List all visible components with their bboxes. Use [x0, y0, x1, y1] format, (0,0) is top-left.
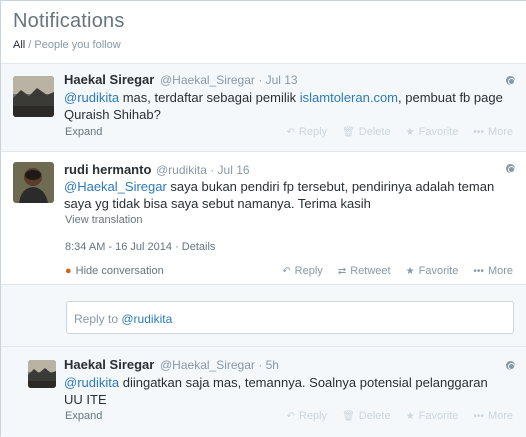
tweet-full-timestamp[interactable]: 8:34 AM - 16 Jul 2014 [65, 241, 172, 253]
reply-placeholder-label: Reply to [74, 312, 119, 326]
tweet-link[interactable]: islamtoleran.com [300, 90, 398, 105]
delete-button[interactable]: 🗑 Delete [342, 410, 391, 422]
avatar[interactable] [13, 162, 54, 203]
tweet-text-part: mas, terdaftar sebagai pemilik [119, 90, 300, 105]
page-title: Notifications [13, 10, 125, 32]
favorite-button[interactable]: ★ Favorite [406, 265, 459, 277]
retweet-icon: ⇄ [337, 266, 347, 277]
tweet-handle[interactable]: @Haekal_Siregar [160, 73, 255, 87]
hide-conversation-button[interactable]: ● Hide conversation [65, 265, 164, 277]
more-label: More [487, 126, 513, 138]
more-label: More [487, 265, 513, 277]
more-button[interactable]: ••• More [473, 265, 513, 277]
tweet-mention[interactable]: @rudikita [64, 90, 119, 105]
reply-button[interactable]: ↶ Reply [287, 126, 328, 138]
reply-input[interactable]: Reply to @rudikita [66, 301, 514, 334]
notifications-panel: Notifications All / People you follow Ha… [0, 0, 526, 437]
delete-label: Delete [358, 410, 391, 422]
avatar-person-image [13, 162, 54, 203]
speech-bubble-icon: ● [65, 265, 72, 277]
star-icon: ★ [405, 127, 415, 138]
star-icon: ★ [405, 411, 415, 422]
more-label: More [487, 410, 513, 422]
more-button[interactable]: ••• More [473, 410, 513, 422]
avatar[interactable] [28, 360, 56, 388]
tweet-timestamp[interactable]: Jul 13 [266, 73, 298, 87]
reply-label: Reply [298, 410, 328, 422]
tweet-author-name[interactable]: rudi hermanto [64, 162, 151, 177]
notification-filters: All / People you follow [13, 39, 121, 51]
trash-icon: 🗑 [342, 411, 355, 422]
globe-icon [506, 361, 515, 370]
expand-link[interactable]: Expand [65, 126, 102, 138]
more-dots-icon: ••• [473, 127, 484, 138]
tweet-item[interactable]: Haekal Siregar @Haekal_Siregar · 5h @rud… [1, 347, 526, 437]
reply-label: Reply [298, 126, 328, 138]
tweet-actions: ↶ Reply 🗑 Delete ★ Favorite ••• More [275, 126, 514, 138]
more-dots-icon: ••• [473, 411, 484, 422]
view-translation-link[interactable]: View translation [65, 214, 142, 226]
trash-icon: 🗑 [342, 127, 355, 138]
avatar[interactable] [13, 76, 54, 117]
globe-icon [506, 164, 515, 173]
favorite-button[interactable]: ★ Favorite [406, 126, 459, 138]
tweet-handle-time: @Haekal_Siregar · 5h [160, 358, 279, 372]
tweet-author-name[interactable]: Haekal Siregar [64, 72, 154, 87]
favorite-label: Favorite [418, 265, 459, 277]
reply-icon: ↶ [286, 411, 295, 422]
favorite-label: Favorite [418, 410, 459, 422]
tweet-full-timestamp-row: 8:34 AM - 16 Jul 2014 · Details [65, 241, 216, 253]
hide-conversation-label: Hide conversation [75, 265, 164, 277]
delete-label: Delete [358, 126, 391, 138]
reply-button[interactable]: ↶ Reply [287, 410, 328, 422]
reply-icon: ↶ [282, 266, 291, 277]
retweet-button[interactable]: ⇄ Retweet [338, 265, 391, 277]
reply-placeholder-mention: @rudikita [121, 312, 173, 326]
tweet-mention[interactable]: @rudikita [64, 375, 119, 390]
tweet-text: @rudikita mas, terdaftar sebagai pemilik… [64, 89, 504, 123]
avatar-landscape-image [28, 360, 56, 388]
notifications-header: Notifications All / People you follow [1, 1, 526, 64]
globe-icon [506, 76, 515, 85]
retweet-label: Retweet [350, 265, 391, 277]
more-dots-icon: ••• [473, 266, 484, 277]
tweet-text-part: diingatkan saja mas, temannya. Soalnya p… [64, 375, 488, 407]
tweet-text: @rudikita diingatkan saja mas, temannya.… [64, 374, 504, 408]
tweet-handle-time: @rudikita · Jul 16 [156, 163, 250, 177]
avatar-landscape-image [13, 76, 54, 117]
reply-label: Reply [294, 265, 323, 277]
favorite-button[interactable]: ★ Favorite [406, 410, 459, 422]
tweet-mention[interactable]: @Haekal_Siregar [64, 179, 167, 194]
tweet-timestamp[interactable]: 5h [266, 358, 279, 372]
details-link[interactable]: Details [182, 241, 216, 253]
tweet-item[interactable]: Haekal Siregar @Haekal_Siregar · Jul 13 … [1, 64, 526, 152]
expand-link[interactable]: Expand [65, 410, 102, 422]
tweet-text: @Haekal_Siregar saya bukan pendiri fp te… [64, 178, 516, 212]
delete-button[interactable]: 🗑 Delete [342, 126, 391, 138]
tweet-timestamp[interactable]: Jul 16 [218, 163, 250, 177]
tweet-handle[interactable]: @Haekal_Siregar [160, 358, 255, 372]
more-button[interactable]: ••• More [473, 126, 513, 138]
reply-icon: ↶ [286, 127, 295, 138]
reply-placeholder: Reply to @rudikita [74, 312, 172, 326]
tweet-actions: ↶ Reply 🗑 Delete ★ Favorite ••• More [275, 410, 514, 422]
filter-separator: / [28, 39, 32, 51]
reply-button[interactable]: ↶ Reply [282, 265, 323, 277]
tweet-item-expanded[interactable]: rudi hermanto @rudikita · Jul 16 @Haekal… [1, 152, 526, 285]
tweet-actions: ↶ Reply ⇄ Retweet ★ Favorite ••• More [270, 265, 513, 277]
favorite-label: Favorite [418, 126, 459, 138]
tweet-author-name[interactable]: Haekal Siregar [64, 357, 154, 372]
tweet-handle[interactable]: @rudikita [156, 163, 207, 177]
filter-people-you-follow[interactable]: People you follow [34, 39, 120, 51]
filter-all[interactable]: All [13, 39, 25, 51]
star-icon: ★ [405, 266, 415, 277]
tweet-handle-time: @Haekal_Siregar · Jul 13 [160, 73, 298, 87]
